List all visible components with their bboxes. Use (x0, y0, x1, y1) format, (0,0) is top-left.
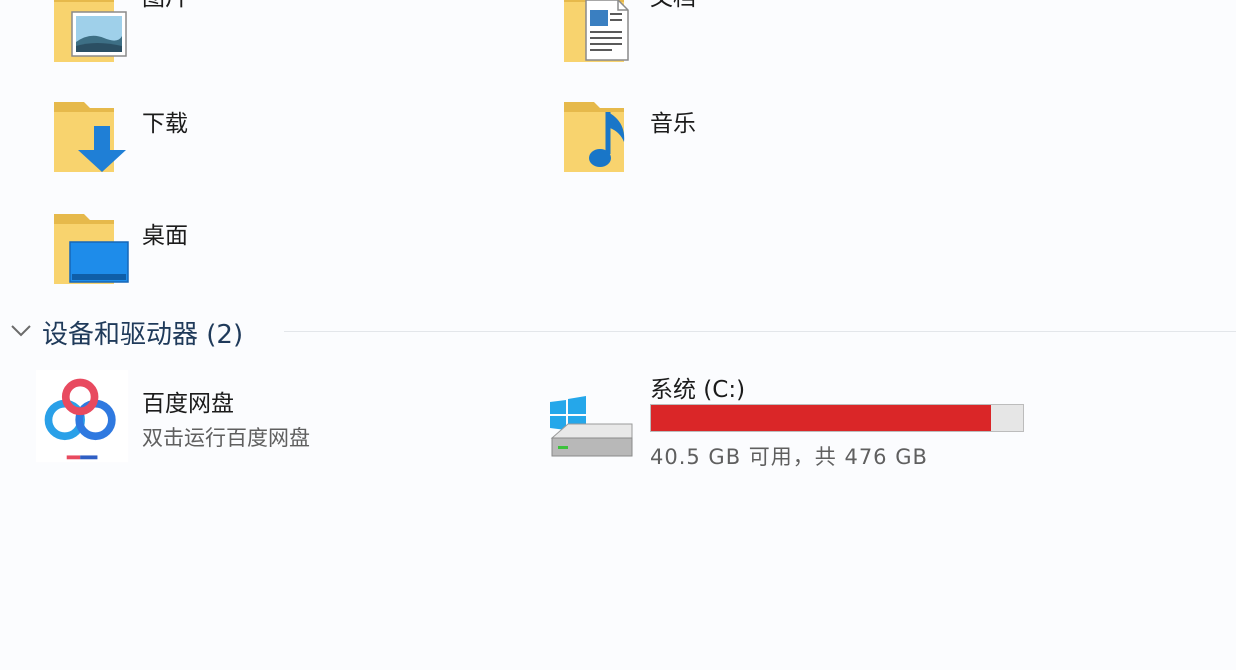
folder-label: 文档 (650, 0, 696, 12)
folder-downloads[interactable]: 下载 (50, 96, 290, 176)
folder-music[interactable]: 音乐 (560, 96, 800, 176)
folder-pictures[interactable]: 图片 (50, 0, 290, 66)
folder-label: 音乐 (650, 111, 696, 137)
baidu-netdisk-icon (36, 370, 129, 463)
folder-documents[interactable]: 文档 (560, 0, 800, 66)
drive-space-text: 40.5 GB 可用，共 476 GB (650, 445, 928, 469)
drive-usage-fill (651, 405, 992, 431)
devices-section-header[interactable]: 设备和驱动器 (2) (10, 314, 1236, 350)
drive-name: 系统 (C:) (650, 377, 746, 403)
desktop-folder-icon (54, 214, 129, 284)
folder-desktop[interactable]: 桌面 (50, 208, 290, 288)
music-folder-icon (564, 102, 625, 172)
drive-usage-bar (650, 404, 1024, 432)
downloads-folder-icon (54, 102, 126, 172)
device-baidu-netdisk[interactable]: 百度网盘 双击运行百度网盘 (36, 370, 356, 470)
chevron-down-icon[interactable] (10, 323, 32, 339)
documents-folder-icon (564, 0, 629, 62)
section-divider (284, 331, 1236, 332)
windows-drive-icon (550, 396, 633, 457)
pictures-folder-icon (54, 0, 127, 62)
device-name: 百度网盘 (142, 391, 234, 417)
folder-label: 桌面 (142, 223, 188, 249)
folder-label: 图片 (142, 0, 188, 12)
section-title: 设备和驱动器 (2) (42, 320, 244, 350)
folder-label: 下载 (142, 111, 188, 137)
device-subtitle: 双击运行百度网盘 (142, 426, 310, 450)
